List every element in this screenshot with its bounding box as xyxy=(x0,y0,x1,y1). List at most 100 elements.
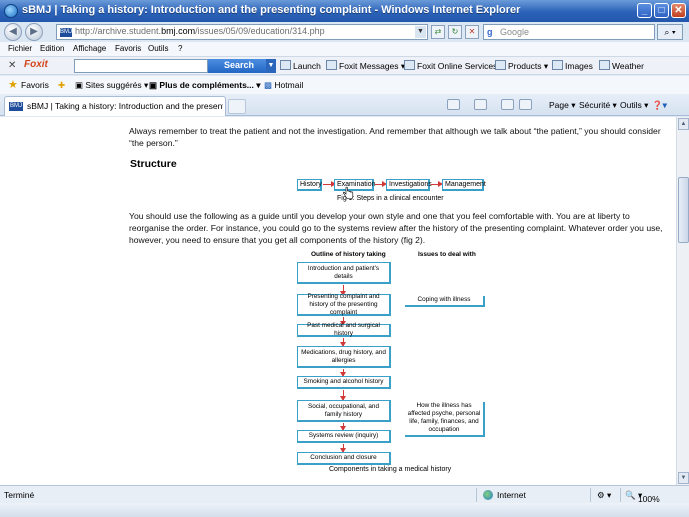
fig2-arrow xyxy=(340,444,346,453)
menu-help[interactable]: ? xyxy=(178,44,182,53)
title-bar: sBMJ | Taking a history: Introduction an… xyxy=(0,0,689,22)
foxit-messages-button[interactable]: Foxit Messages ▾ xyxy=(326,60,405,72)
mail-icon[interactable] xyxy=(501,99,514,110)
fav-sites-suggeres[interactable]: ▣ Sites suggérés ▾ xyxy=(75,80,148,91)
forward-button[interactable]: ▶ xyxy=(25,23,43,41)
foxit-online-services-button[interactable]: Foxit Online Services xyxy=(404,60,497,71)
page-content: Always remember to treat the patient and… xyxy=(0,117,676,485)
fig2-right-header: Issues to deal with xyxy=(418,251,476,258)
fig2-issue: How the illness has affected psyche, per… xyxy=(405,402,485,437)
stop-icon[interactable]: ✕ xyxy=(465,25,479,39)
status-divider xyxy=(590,488,591,502)
products-icon xyxy=(495,60,506,70)
menu-affichage[interactable]: Affichage xyxy=(73,44,106,53)
tab-row: BMJ sBMJ | Taking a history: Introductio… xyxy=(0,94,689,116)
images-button[interactable]: Images xyxy=(552,60,593,71)
ie-icon xyxy=(4,4,18,18)
tab-sbmj[interactable]: BMJ sBMJ | Taking a history: Introductio… xyxy=(4,96,226,116)
products-button[interactable]: Products ▾ xyxy=(495,60,548,72)
weather-icon xyxy=(599,60,610,70)
new-tab-button[interactable] xyxy=(228,99,246,114)
fig2-arrow xyxy=(340,390,346,401)
status-divider xyxy=(476,488,477,502)
scroll-thumb[interactable] xyxy=(678,177,689,243)
search-input[interactable]: g Google xyxy=(483,24,655,40)
fig2-step: Systems review (inquiry) xyxy=(297,430,391,443)
online-services-icon xyxy=(404,60,415,70)
favorites-button[interactable]: Favoris xyxy=(21,80,49,90)
foxit-logo[interactable]: Foxit xyxy=(24,59,48,70)
tab-favicon: BMJ xyxy=(9,102,23,111)
tab-label: sBMJ | Taking a history: Introduction an… xyxy=(27,101,223,111)
foxit-toolbar: ✕ Foxit Search ▼ Launch Foxit Messages ▾… xyxy=(0,56,689,75)
fig2-arrow xyxy=(340,338,346,347)
google-icon: g xyxy=(487,27,493,37)
page-menu[interactable]: Page ▾ xyxy=(549,100,576,111)
back-button[interactable]: ◀ xyxy=(4,23,22,41)
fig2-step: Presenting complaint and history of the … xyxy=(297,293,391,316)
zoom-control[interactable]: 🔍 100% ▾ xyxy=(625,490,660,504)
menu-fichier[interactable]: Fichier xyxy=(8,44,32,53)
maximize-button[interactable]: □ xyxy=(654,3,669,18)
fav-hotmail[interactable]: ▩ Hotmail xyxy=(264,80,303,91)
vertical-scrollbar[interactable]: ▲ ▼ xyxy=(676,117,689,485)
scroll-up-icon[interactable]: ▲ xyxy=(678,118,689,130)
minimize-button[interactable]: _ xyxy=(637,3,652,18)
help-icon[interactable]: ❓▾ xyxy=(652,100,667,111)
foxit-search-button[interactable]: Search xyxy=(208,59,266,73)
url-text: http://archive.student.bmj.com/issues/05… xyxy=(75,26,325,36)
protected-mode-icon[interactable]: ⚙ ▾ xyxy=(597,490,611,501)
rss-icon[interactable] xyxy=(474,99,487,110)
fig2-step: Introduction and patient's details xyxy=(297,262,391,284)
menu-edition[interactable]: Edition xyxy=(40,44,64,53)
foxit-search-dropdown-icon[interactable]: ▼ xyxy=(266,59,276,73)
status-divider xyxy=(620,488,621,502)
hand-cursor-icon xyxy=(343,186,354,200)
close-button[interactable]: ✕ xyxy=(671,3,686,18)
fig2-step: Medications, drug history, and allergies xyxy=(297,346,391,368)
fig2-arrow xyxy=(340,423,346,431)
fig2-arrow xyxy=(340,369,346,377)
status-bar: Terminé Internet ⚙ ▾ 🔍 100% ▾ xyxy=(0,485,689,504)
fig2-step: Conclusion and closure xyxy=(297,452,391,465)
security-menu[interactable]: Sécurité ▾ xyxy=(579,100,617,111)
images-icon xyxy=(552,60,563,70)
fig1-step-history: History xyxy=(297,179,322,191)
fig1-arrow xyxy=(323,181,336,187)
scroll-down-icon[interactable]: ▼ xyxy=(678,472,689,484)
refresh-icon[interactable]: ↻ xyxy=(448,25,462,39)
fig1-arrow xyxy=(375,181,387,187)
zone-label: Internet xyxy=(497,490,526,500)
fig1-step-management: Management xyxy=(442,179,486,191)
weather-button[interactable]: Weather xyxy=(599,60,644,71)
print-icon[interactable] xyxy=(519,99,532,110)
address-bar[interactable]: BMJ http://archive.student.bmj.com/issue… xyxy=(56,24,428,40)
fig1-step-examination: Examination xyxy=(334,179,376,191)
close-toolbar-icon[interactable]: ✕ xyxy=(8,60,16,71)
favorites-star-icon: ★ xyxy=(8,79,18,91)
fav-plus-de-complements[interactable]: ▣ Plus de compléments... ▾ xyxy=(149,80,261,91)
address-dropdown-icon[interactable]: ▼ xyxy=(415,26,426,38)
favorites-bar: ★ Favoris ✚ ▣ Sites suggérés ▾ ▣ Plus de… xyxy=(0,76,689,94)
bottom-strip xyxy=(0,503,689,517)
add-favorite-icon[interactable]: ✚ xyxy=(58,80,65,91)
fig2-caption: Components in taking a medical history xyxy=(329,466,452,473)
tools-menu[interactable]: Outils ▾ xyxy=(620,100,648,111)
compatibility-icon[interactable]: ⇄ xyxy=(431,25,445,39)
fig2-left-header: Outline of history taking xyxy=(311,251,386,258)
fig2-step: Social, occupational, and family history xyxy=(297,400,391,422)
fig2-step: Past medical and surgical history xyxy=(297,322,391,337)
address-row: ◀ ▶ BMJ http://archive.student.bmj.com/i… xyxy=(0,22,689,42)
window-title: sBMJ | Taking a history: Introduction an… xyxy=(22,4,521,16)
menu-favoris[interactable]: Favoris xyxy=(115,44,141,53)
search-go-button[interactable]: ⌕ ▾ xyxy=(657,24,683,40)
foxit-search-input[interactable] xyxy=(74,59,208,73)
menu-outils[interactable]: Outils xyxy=(148,44,168,53)
launch-button[interactable]: Launch xyxy=(280,60,321,71)
fig1-step-investigations: Investigations xyxy=(386,179,432,191)
fig2-step: Smoking and alcohol history xyxy=(297,376,391,389)
home-icon[interactable] xyxy=(447,99,460,110)
intro-paragraph: Always remember to treat the patient and… xyxy=(129,126,661,148)
search-placeholder: Google xyxy=(500,27,530,37)
launch-icon xyxy=(280,60,291,70)
